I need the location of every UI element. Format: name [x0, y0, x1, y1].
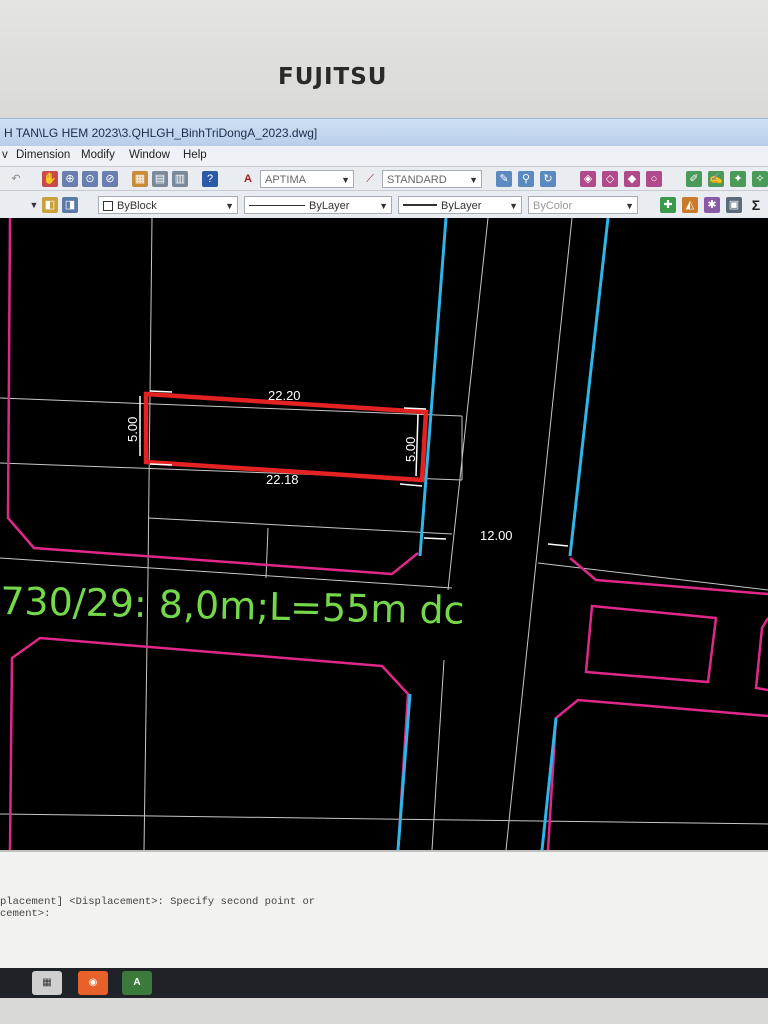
dim-tool-icon[interactable]: ◭ [682, 197, 698, 213]
boundary-line [6, 218, 419, 576]
menu-view[interactable]: v [2, 149, 8, 161]
cad-drawing[interactable]: 22.20 22.18 5.00 5.00 12.00 730/29: 8,0m… [0, 218, 768, 850]
design-center-icon[interactable]: ▤ [152, 171, 168, 187]
file-manager-icon[interactable]: ▦ [32, 971, 62, 995]
linetype-select[interactable]: ByLayer ▼ [244, 196, 392, 214]
dim-arrow [547, 543, 569, 547]
layer-isolate-icon[interactable]: ○ [646, 171, 662, 187]
monitor-bezel: FUJITSU [0, 0, 768, 118]
monitor-brand-logo: FUJITSU [278, 64, 388, 90]
color-swatch-icon [103, 201, 113, 212]
calc-tool-icon[interactable]: ✱ [704, 197, 720, 213]
dim-arrow [149, 390, 173, 393]
parcel-lines [0, 218, 768, 850]
sum-icon[interactable]: Σ [748, 197, 764, 213]
road-edge-line [396, 693, 412, 850]
boundary-lines [6, 218, 768, 850]
calculator-icon[interactable]: ▣ [726, 197, 742, 213]
standard-toolbar: ↶ ✋ ⊕ ⊙ ⊘ ▦ ▤ ▥ ? A APTIMA ▼ ⟋ STANDARD ▼ … [0, 166, 768, 191]
boundary-line [584, 604, 718, 684]
express-tool-icon[interactable]: ✦ [730, 171, 746, 187]
boundary-line [569, 557, 768, 596]
firefox-icon[interactable]: ◉ [78, 971, 108, 995]
parcel-line [0, 813, 768, 825]
dim-bottom-label: 22.18 [266, 472, 299, 487]
lot-outline [143, 391, 429, 483]
autocad-icon[interactable]: A [122, 971, 152, 995]
dim-style-select[interactable]: STANDARD ▼ [382, 170, 482, 188]
layer-previous-icon[interactable]: ◧ [42, 197, 58, 213]
dim-arrow [403, 407, 427, 410]
plot-style-select[interactable]: ByColor ▼ [528, 196, 638, 214]
road-width-label: 12.00 [480, 528, 513, 543]
pan-icon[interactable]: ✋ [42, 171, 58, 187]
window-title: H TAN\LG HEM 2023\3.QHLGH_BinhTriDongA_2… [4, 126, 318, 140]
lineweight-select[interactable]: ByLayer ▼ [398, 196, 522, 214]
layer-state-icon[interactable]: ◇ [602, 171, 618, 187]
lineweight-preview-icon [403, 204, 437, 206]
linetype-preview-icon [249, 205, 305, 206]
dim-arrow [399, 483, 423, 487]
boundary-line [754, 617, 768, 692]
dim-arrow [149, 463, 173, 466]
layer-manager-icon[interactable]: ◨ [62, 197, 78, 213]
menu-dimension[interactable]: Dimension [16, 149, 70, 161]
menu-bar: v Dimension Modify Window Help [0, 146, 768, 166]
menu-window[interactable]: Window [129, 149, 170, 161]
boundary-line [546, 698, 768, 850]
command-line-area[interactable]: placement] <Displacement>: Specify secon… [0, 850, 768, 970]
dim-left-label: 5.00 [125, 417, 140, 442]
taskbar: ▦ ◉ A [0, 968, 768, 998]
zoom-previous-icon[interactable]: ⊘ [102, 171, 118, 187]
edit-tool-icon[interactable]: ✐ [686, 171, 702, 187]
menu-help[interactable]: Help [183, 149, 207, 161]
help-icon[interactable]: ? [202, 171, 218, 187]
text-style-select[interactable]: APTIMA ▼ [260, 170, 354, 188]
color-select[interactable]: ByBlock ▼ [98, 196, 238, 214]
properties-icon[interactable]: ▦ [132, 171, 148, 187]
parcel-line [431, 659, 445, 850]
road-annotation: 730/29: 8,0m;L=55m dc [0, 579, 465, 633]
command-history-line: placement] <Displacement>: Specify secon… [0, 896, 316, 908]
dim-arrow [423, 537, 447, 540]
text-style-icon[interactable]: A [240, 171, 256, 187]
parcel-line [505, 218, 573, 850]
layer-tool-icon[interactable]: ◈ [580, 171, 596, 187]
tool-palettes-icon[interactable]: ▥ [172, 171, 188, 187]
dimension-arrows [139, 390, 569, 547]
refresh-icon[interactable]: ↻ [540, 171, 556, 187]
command-prompt-line: cement>: [0, 908, 51, 920]
draw-tool-icon[interactable]: ✚ [660, 197, 676, 213]
dim-right-label: 5.00 [403, 437, 418, 462]
drawing-canvas[interactable]: 22.20 22.18 5.00 5.00 12.00 730/29: 8,0m… [0, 218, 768, 850]
properties-toolbar: ▼ ◧ ◨ ByBlock ▼ ByLayer ▼ ByLayer ▼ ByColor… [0, 190, 768, 219]
undo-icon[interactable]: ↶ [8, 171, 24, 187]
menu-modify[interactable]: Modify [81, 149, 115, 161]
dim-style-icon[interactable]: ⟋ [362, 171, 378, 187]
zoom-realtime-icon[interactable]: ⊕ [62, 171, 78, 187]
parcel-line [537, 562, 768, 591]
road-edge-line [418, 218, 448, 557]
parcel-line [265, 527, 269, 579]
find-icon[interactable]: ⚲ [518, 171, 534, 187]
layer-walk-icon[interactable]: ◆ [624, 171, 640, 187]
dim-top-label: 22.20 [268, 388, 301, 403]
monitor-bottom-bezel [0, 998, 768, 1024]
zoom-window-icon[interactable]: ⊙ [82, 171, 98, 187]
parcel-line [147, 517, 453, 535]
road-edge-line [568, 218, 610, 557]
text-edit-icon[interactable]: ✍ [708, 171, 724, 187]
express-tool-2-icon[interactable]: ✧ [752, 171, 768, 187]
window-titlebar[interactable]: H TAN\LG HEM 2023\3.QHLGH_BinhTriDongA_2… [0, 118, 768, 147]
dropdown-arrow-icon[interactable]: ▼ [26, 197, 42, 213]
match-properties-icon[interactable]: ✎ [496, 171, 512, 187]
